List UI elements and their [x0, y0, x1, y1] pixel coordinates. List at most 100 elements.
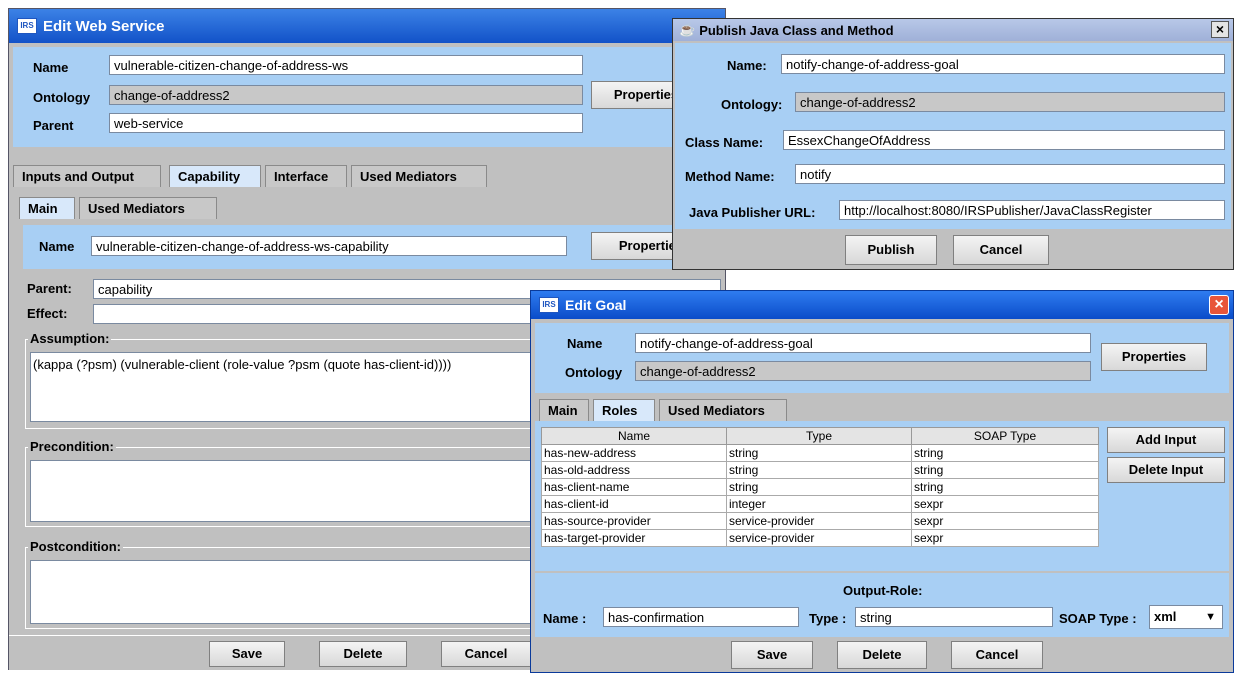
- add-input-button[interactable]: Add Input: [1107, 427, 1225, 453]
- soap-type-value: xml: [1154, 609, 1177, 624]
- cell-name[interactable]: has-client-id: [541, 495, 727, 513]
- roles-panel: Name Type SOAP Type has-new-address strin…: [535, 421, 1229, 571]
- publish-name-label: Name:: [727, 58, 767, 73]
- publish-ontology-label: Ontology:: [721, 97, 783, 112]
- ontology-field: change-of-address2: [109, 85, 583, 105]
- goal-tab-roles[interactable]: Roles: [593, 399, 655, 421]
- output-type-label: Type :: [809, 611, 847, 626]
- cancel-button[interactable]: Cancel: [441, 641, 531, 667]
- delete-input-button[interactable]: Delete Input: [1107, 457, 1225, 483]
- effect-label: Effect:: [27, 306, 68, 321]
- goal-header-panel: Name notify-change-of-address-goal Ontol…: [535, 323, 1229, 393]
- cell-name[interactable]: has-new-address: [541, 444, 727, 462]
- publish-close-icon[interactable]: ×: [1211, 21, 1229, 38]
- assumption-label: Assumption:: [28, 331, 112, 346]
- cell-type[interactable]: service-provider: [726, 529, 912, 547]
- table-row[interactable]: has-client-id integer sexpr: [541, 495, 1099, 513]
- table-row[interactable]: has-old-address string string: [541, 461, 1099, 479]
- goal-name-label: Name: [567, 336, 603, 351]
- table-row[interactable]: has-target-provider service-provider sexpr: [541, 529, 1099, 547]
- method-name-field[interactable]: notify: [795, 164, 1225, 184]
- parent-colon-label: Parent:: [27, 281, 72, 296]
- precondition-label: Precondition:: [28, 439, 116, 454]
- publish-button[interactable]: Publish: [845, 235, 937, 265]
- publish-panel: Name: notify-change-of-address-goal Onto…: [675, 43, 1231, 229]
- edit-goal-window: IRS Edit Goal × Name notify-change-of-ad…: [530, 290, 1234, 673]
- cell-name[interactable]: has-client-name: [541, 478, 727, 496]
- cell-type[interactable]: service-provider: [726, 512, 912, 530]
- tab-capability[interactable]: Capability: [169, 165, 261, 187]
- method-name-label: Method Name:: [685, 169, 775, 184]
- name-field[interactable]: vulnerable-citizen-change-of-address-ws: [109, 55, 583, 75]
- goal-ontology-label: Ontology: [565, 365, 623, 380]
- goal-tab-main[interactable]: Main: [539, 399, 589, 421]
- cell-type[interactable]: string: [726, 478, 912, 496]
- header-panel: Name vulnerable-citizen-change-of-addres…: [13, 47, 721, 147]
- output-name-label: Name :: [543, 611, 587, 626]
- cell-name[interactable]: has-target-provider: [541, 529, 727, 547]
- capability-name-panel: Name vulnerable-citizen-change-of-addres…: [23, 225, 721, 269]
- table-row[interactable]: has-client-name string string: [541, 478, 1099, 496]
- edit-goal-titlebar[interactable]: IRS Edit Goal ×: [531, 291, 1233, 319]
- goal-properties-button[interactable]: Properties: [1101, 343, 1207, 371]
- goal-delete-button[interactable]: Delete: [837, 641, 927, 669]
- subtab-main[interactable]: Main: [19, 197, 75, 219]
- cell-name[interactable]: has-source-provider: [541, 512, 727, 530]
- publisher-url-field[interactable]: http://localhost:8080/IRSPublisher/JavaC…: [839, 200, 1225, 220]
- soap-type-select[interactable]: xml ▼: [1149, 605, 1223, 629]
- ontology-label: Ontology: [33, 90, 91, 105]
- cell-soap-type[interactable]: string: [911, 444, 1099, 462]
- goal-cancel-button[interactable]: Cancel: [951, 641, 1043, 669]
- capability-name-field[interactable]: vulnerable-citizen-change-of-address-ws-…: [91, 236, 567, 256]
- parent-label: Parent: [33, 118, 74, 133]
- class-name-field[interactable]: EssexChangeOfAddress: [783, 130, 1225, 150]
- cell-type[interactable]: string: [726, 444, 912, 462]
- publish-title: Publish Java Class and Method: [699, 22, 894, 38]
- publish-name-field[interactable]: notify-change-of-address-goal: [781, 54, 1225, 74]
- table-row[interactable]: has-source-provider service-provider sexpr: [541, 512, 1099, 530]
- class-name-label: Class Name:: [685, 135, 764, 150]
- column-header-name[interactable]: Name: [541, 427, 727, 445]
- publish-cancel-button[interactable]: Cancel: [953, 235, 1049, 265]
- column-header-soap-type[interactable]: SOAP Type: [911, 427, 1099, 445]
- output-type-field[interactable]: string: [855, 607, 1053, 627]
- window-title: Edit Web Service: [43, 17, 165, 35]
- capability-name-label: Name: [39, 239, 75, 254]
- roles-table-header: Name Type SOAP Type: [541, 427, 1099, 445]
- cell-type[interactable]: string: [726, 461, 912, 479]
- output-name-field[interactable]: has-confirmation: [603, 607, 799, 627]
- publish-titlebar[interactable]: ☕ Publish Java Class and Method ×: [673, 19, 1233, 41]
- output-soap-type-label: SOAP Type :: [1059, 611, 1137, 626]
- parent-field[interactable]: web-service: [109, 113, 583, 133]
- edit-web-service-titlebar[interactable]: IRS Edit Web Service: [9, 9, 725, 43]
- name-label: Name: [33, 60, 69, 75]
- cell-soap-type[interactable]: sexpr: [911, 495, 1099, 513]
- cell-soap-type[interactable]: string: [911, 461, 1099, 479]
- goal-close-icon[interactable]: ×: [1209, 295, 1229, 315]
- goal-name-field[interactable]: notify-change-of-address-goal: [635, 333, 1091, 353]
- cell-soap-type[interactable]: sexpr: [911, 512, 1099, 530]
- subtab-used-mediators[interactable]: Used Mediators: [79, 197, 217, 219]
- edit-goal-title: Edit Goal: [565, 297, 627, 313]
- cell-name[interactable]: has-old-address: [541, 461, 727, 479]
- goal-tab-used-mediators[interactable]: Used Mediators: [659, 399, 787, 421]
- chevron-down-icon: ▼: [1205, 611, 1216, 623]
- cell-type[interactable]: integer: [726, 495, 912, 513]
- delete-button[interactable]: Delete: [319, 641, 407, 667]
- table-row[interactable]: has-new-address string string: [541, 444, 1099, 462]
- goal-save-button[interactable]: Save: [731, 641, 813, 669]
- tab-inputs-and-output[interactable]: Inputs and Output: [13, 165, 161, 187]
- column-header-type[interactable]: Type: [726, 427, 912, 445]
- publish-ontology-field: change-of-address2: [795, 92, 1225, 112]
- cell-soap-type[interactable]: string: [911, 478, 1099, 496]
- tab-used-mediators[interactable]: Used Mediators: [351, 165, 487, 187]
- postcondition-label: Postcondition:: [28, 539, 123, 554]
- output-role-label: Output-Role:: [843, 583, 923, 598]
- publisher-url-label: Java Publisher URL:: [689, 205, 816, 220]
- save-button[interactable]: Save: [209, 641, 285, 667]
- cell-soap-type[interactable]: sexpr: [911, 529, 1099, 547]
- goal-ontology-field: change-of-address2: [635, 361, 1091, 381]
- tab-interface[interactable]: Interface: [265, 165, 347, 187]
- publish-java-class-window: ☕ Publish Java Class and Method × Name: …: [672, 18, 1234, 270]
- roles-table: Name Type SOAP Type has-new-address strin…: [541, 427, 1099, 547]
